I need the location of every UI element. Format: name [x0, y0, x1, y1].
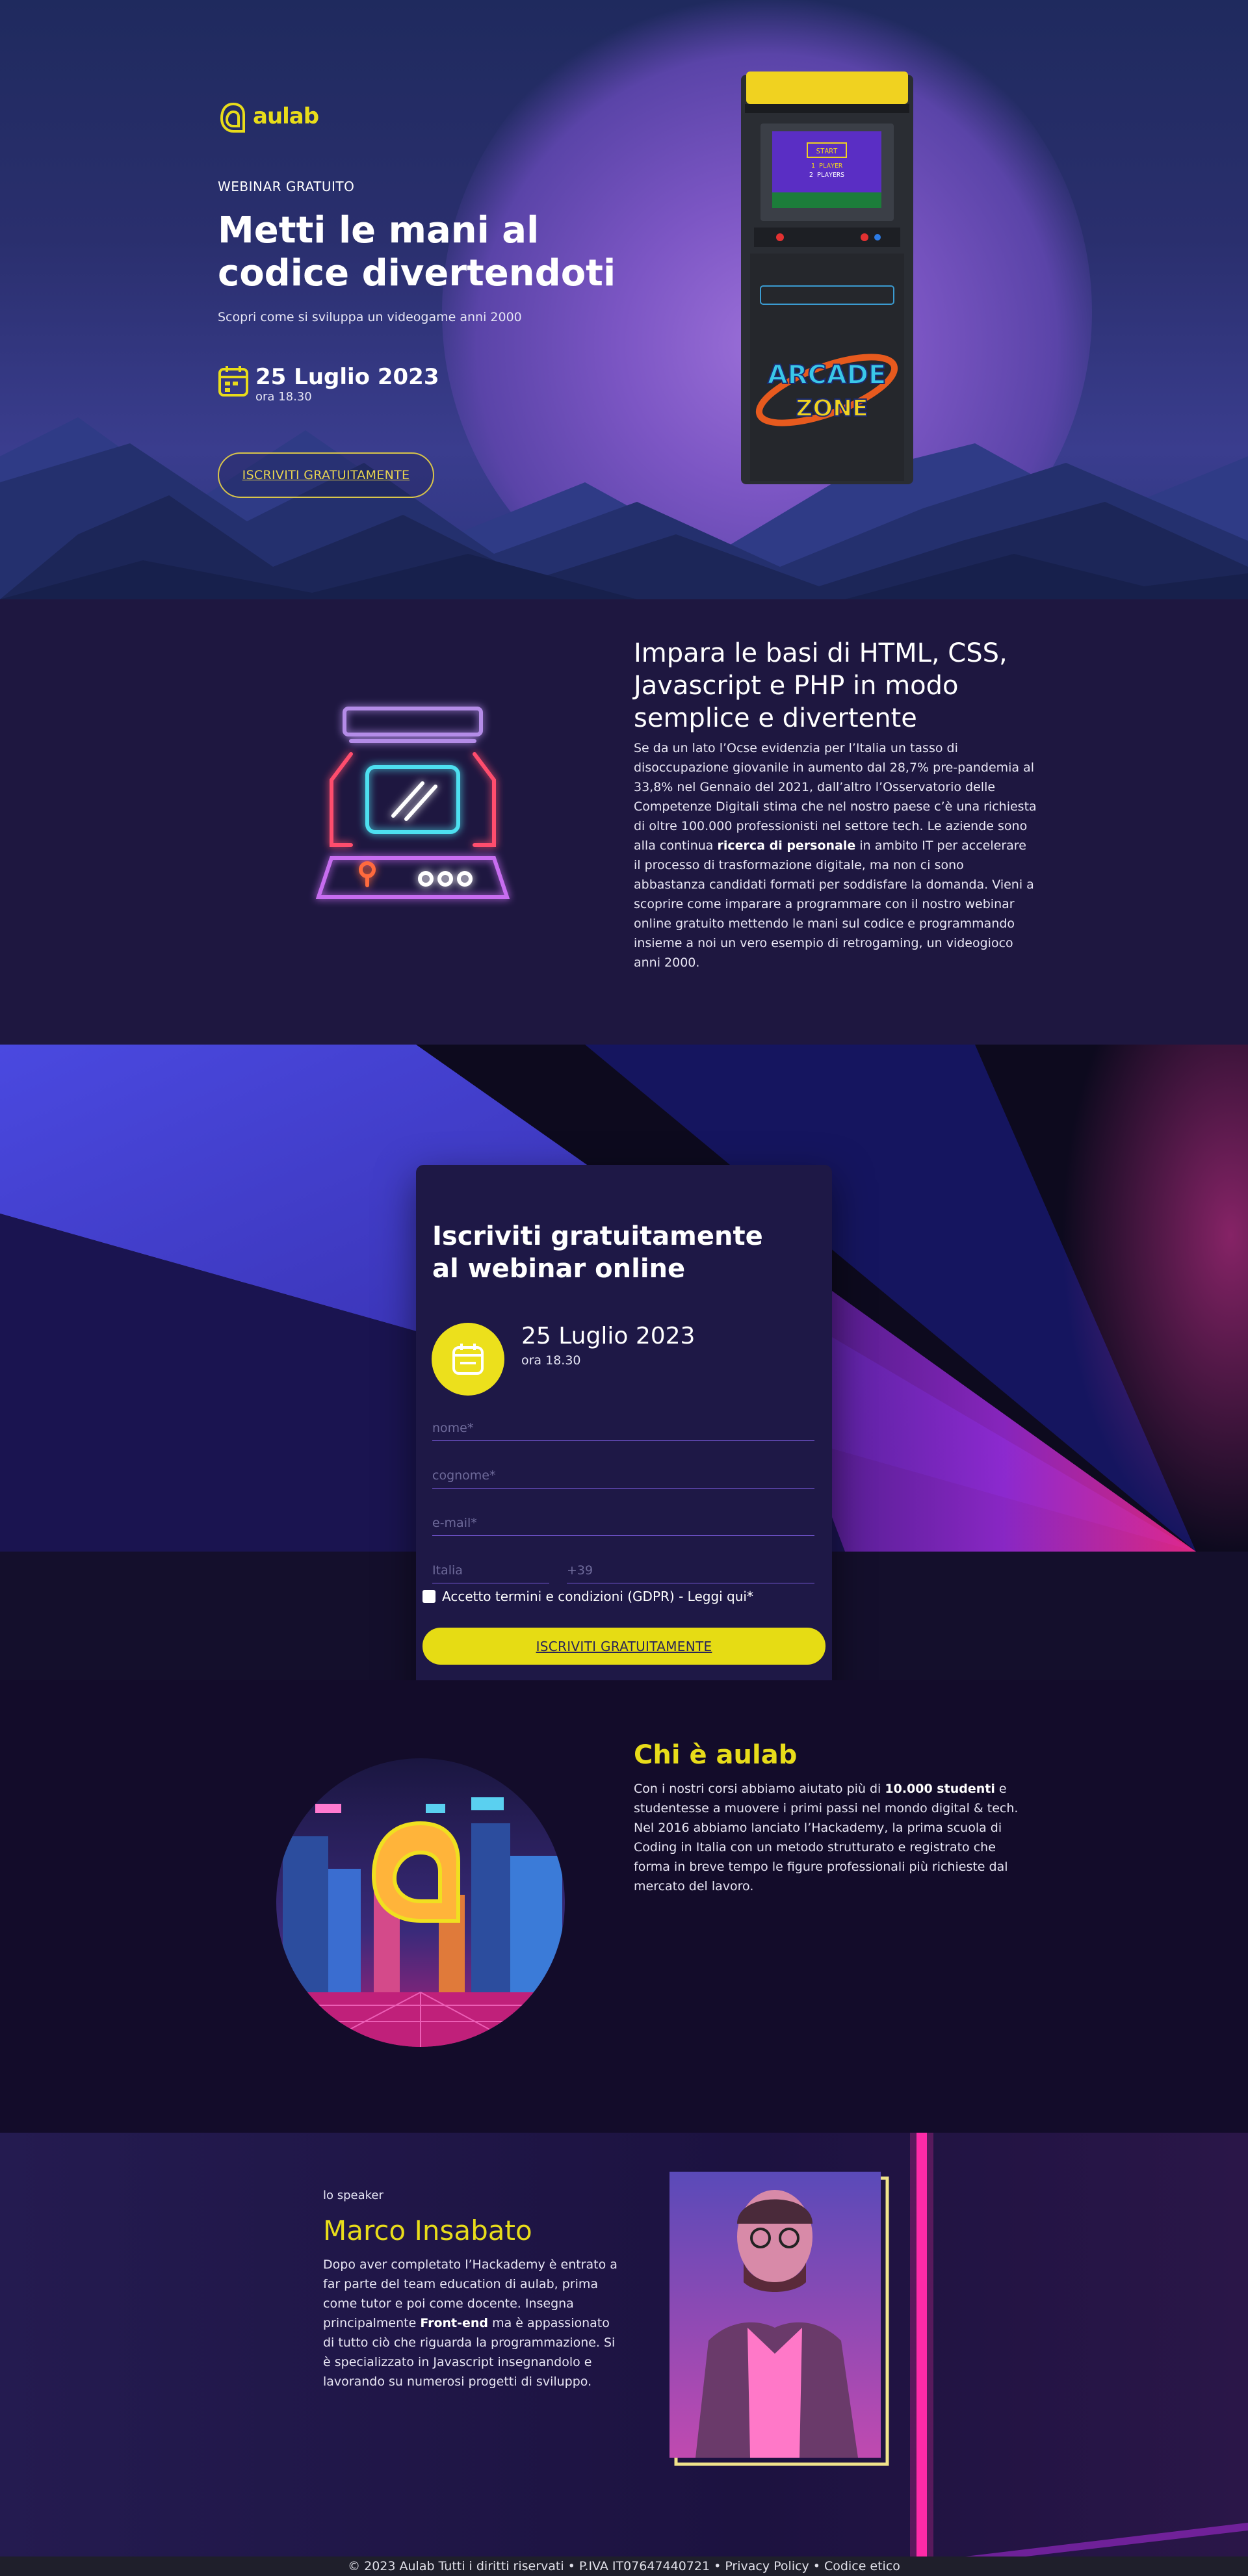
phone-field	[567, 1557, 814, 1583]
neon-arcade-icon	[315, 707, 510, 899]
aulab-a-icon	[220, 102, 245, 133]
speaker-photo	[670, 2172, 889, 2466]
terms-row: Accetto termini e condizioni (GDPR) - Le…	[422, 1589, 753, 1604]
brand-name: aulab	[253, 103, 319, 129]
speaker-section: lo speaker Marco Insabato Dopo aver comp…	[0, 2133, 1248, 2576]
email-field	[432, 1510, 814, 1536]
footer-privacy-link[interactable]: Privacy Policy	[725, 2559, 809, 2573]
arcade-cabinet-illustration: START 1 PLAYER 2 PLAYERS ARCADE ZONE	[741, 72, 913, 484]
speaker-name: Marco Insabato	[323, 2215, 532, 2246]
about-text-part2: in ambito IT per accelerare il processo …	[634, 839, 1034, 970]
arcade-logo-line2: ZONE	[796, 395, 868, 422]
about-text-bold: ricerca di personale	[717, 839, 856, 853]
hero-register-button[interactable]: ISCRIVITI GRATUITAMENTE	[218, 452, 434, 498]
form-date-circle	[432, 1323, 504, 1396]
chi-text-part2: e studentesse a muovere i primi passi ne…	[634, 1782, 1019, 1893]
name-input[interactable]	[432, 1415, 814, 1440]
chi-text-bold: 10.000 studenti	[885, 1782, 995, 1796]
terms-label[interactable]: Accetto termini e condizioni (GDPR) - Le…	[442, 1589, 753, 1604]
chi-section: Chi è aulab Con i nostri corsi abbiamo a…	[0, 1680, 1248, 2133]
footer: © 2023 Aulab Tutti i diritti riservati •…	[0, 2556, 1248, 2576]
about-section: Impara le basi di HTML, CSS, Javascript …	[0, 599, 1248, 1045]
form-date-text: 25 Luglio 2023	[521, 1323, 696, 1349]
calendar-icon	[452, 1344, 484, 1375]
about-text-part1: Se da un lato l’Ocse evidenzia per l’Ita…	[634, 741, 1037, 853]
footer-separator: •	[812, 2559, 821, 2573]
hero-section: aulab WEBINAR GRATUITO Metti le mani al …	[0, 0, 1248, 599]
about-text: Se da un lato l’Ocse evidenzia per l’Ita…	[634, 738, 1037, 972]
arcade-start-text: START	[816, 147, 837, 155]
footer-ethics-link[interactable]: Codice etico	[824, 2559, 900, 2573]
arcade-2players-text: 2 PLAYERS	[809, 172, 844, 179]
speaker-bio: Dopo aver completato l’Hackademy è entra…	[323, 2255, 622, 2391]
surname-input[interactable]	[432, 1463, 814, 1488]
speaker-background-illustration	[0, 2133, 1248, 2576]
chi-text: Con i nostri corsi abbiamo aiutato più d…	[634, 1779, 1024, 1896]
country-field	[432, 1557, 549, 1583]
hero-time-text: ora 18.30	[255, 390, 312, 404]
form-time-text: ora 18.30	[521, 1353, 581, 1368]
speaker-bio-bold: Front-end	[420, 2316, 489, 2330]
chi-title: Chi è aulab	[634, 1740, 798, 1770]
country-select[interactable]	[432, 1557, 549, 1583]
name-field	[432, 1415, 814, 1441]
arcade-logo-line1: ARCADE	[768, 360, 887, 390]
speaker-label: lo speaker	[323, 2189, 384, 2202]
aulab-logo[interactable]: aulab	[218, 98, 319, 135]
phone-input[interactable]	[567, 1557, 814, 1583]
chi-text-part1: Con i nostri corsi abbiamo aiutato più d…	[634, 1782, 885, 1796]
aulab-city-illustration	[276, 1758, 565, 2047]
footer-copyright: © 2023 Aulab Tutti i diritti riservati •…	[348, 2559, 722, 2573]
arcade-1player-text: 1 PLAYER	[811, 163, 843, 170]
form-title: Iscriviti gratuitamente al webinar onlin…	[432, 1221, 763, 1284]
mountains-illustration	[0, 417, 1248, 599]
hero-eyebrow: WEBINAR GRATUITO	[218, 179, 355, 194]
terms-checkbox[interactable]	[422, 1590, 436, 1603]
hero-date: 25 Luglio 2023 ora 18.30	[218, 364, 439, 404]
email-input[interactable]	[432, 1510, 814, 1535]
surname-field	[432, 1463, 814, 1489]
about-title: Impara le basi di HTML, CSS, Javascript …	[634, 638, 1008, 733]
hero-subtitle: Scopri come si sviluppa un videogame ann…	[218, 310, 522, 324]
calendar-icon	[218, 366, 248, 397]
form-submit-button[interactable]: ISCRIVITI GRATUITAMENTE	[422, 1628, 826, 1665]
registration-form-card: Iscriviti gratuitamente al webinar onlin…	[416, 1165, 832, 1723]
hero-title: Metti le mani al codice divertendoti	[218, 209, 616, 294]
hero-date-text: 25 Luglio 2023	[255, 364, 439, 390]
